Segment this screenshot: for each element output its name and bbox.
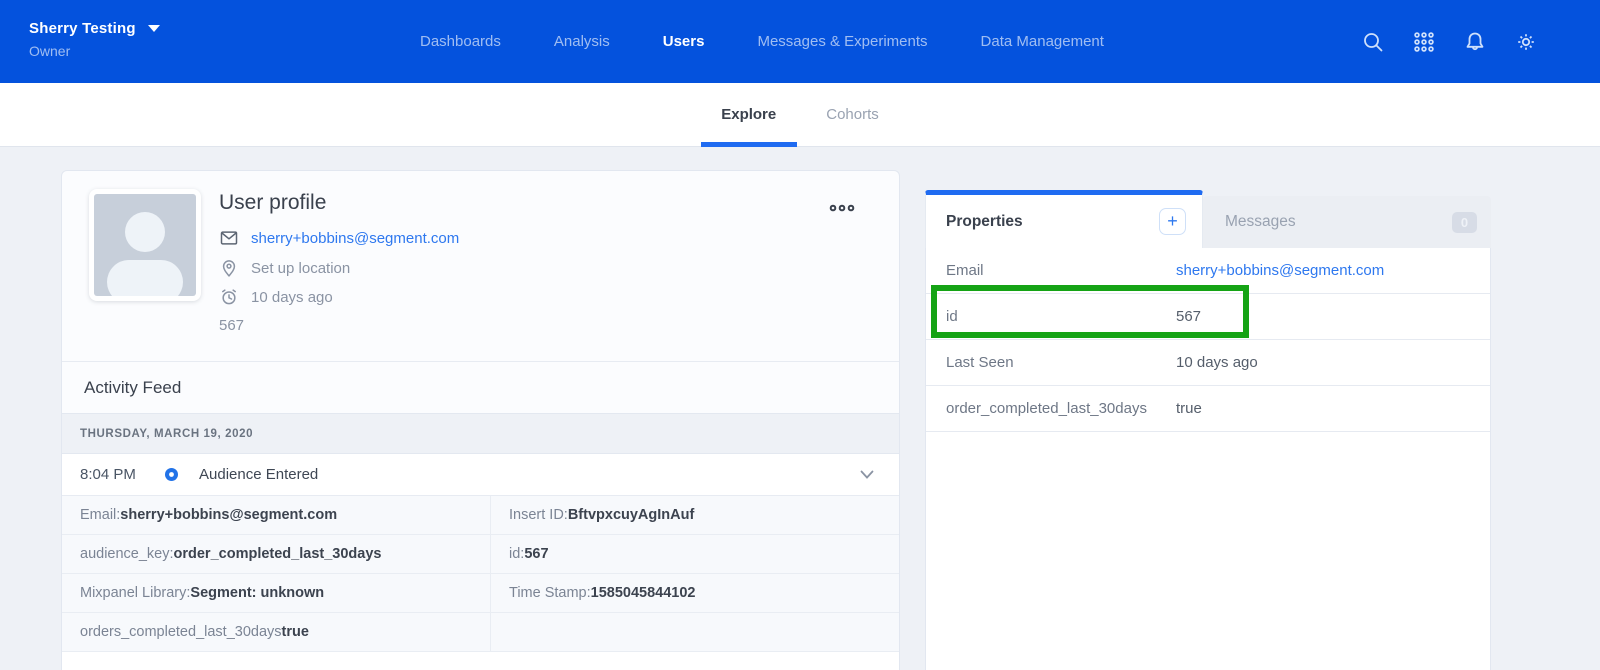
user-profile-card: User profile sherry+bobbins@segment.com … bbox=[61, 170, 900, 670]
properties-panel: Properties + Messages 0 Email sherry+bob… bbox=[925, 173, 1491, 670]
profile-email-row: sherry+bobbins@segment.com bbox=[219, 228, 459, 248]
property-key: order_completed_last_30days bbox=[946, 400, 1176, 417]
main-nav: Dashboards Analysis Users Messages & Exp… bbox=[420, 0, 1104, 83]
detail-cell-mixpanel-library: Mixpanel Library: Segment: unknown bbox=[62, 574, 491, 613]
detail-cell-email: Email: sherry+bobbins@segment.com bbox=[62, 496, 491, 535]
property-key: Last Seen bbox=[946, 354, 1176, 371]
property-value: 567 bbox=[1176, 308, 1201, 325]
properties-panel-tabs: Properties + Messages 0 bbox=[925, 173, 1491, 248]
alarm-clock-icon bbox=[219, 287, 239, 307]
tab-explore[interactable]: Explore bbox=[719, 83, 778, 147]
project-switcher[interactable]: Sherry Testing Owner bbox=[29, 20, 160, 59]
property-value: true bbox=[1176, 400, 1202, 417]
profile-last-seen-label: 10 days ago bbox=[251, 289, 333, 306]
detail-cell-audience-key: audience_key: order_completed_last_30day… bbox=[62, 535, 491, 574]
envelope-icon bbox=[219, 228, 239, 248]
nav-icon-group bbox=[1361, 0, 1538, 83]
property-value-email-link[interactable]: sherry+bobbins@segment.com bbox=[1176, 262, 1384, 279]
nav-item-analysis[interactable]: Analysis bbox=[554, 33, 610, 50]
location-pin-icon bbox=[219, 258, 239, 278]
nav-item-messages-experiments[interactable]: Messages & Experiments bbox=[757, 33, 927, 50]
activity-feed-title: Activity Feed bbox=[84, 378, 181, 398]
top-navigation-bar: Sherry Testing Owner Dashboards Analysis… bbox=[0, 0, 1600, 83]
property-key: Email bbox=[946, 262, 1176, 279]
property-row-last-seen: Last Seen 10 days ago bbox=[926, 340, 1490, 386]
profile-title: User profile bbox=[219, 191, 326, 215]
nav-item-users[interactable]: Users bbox=[663, 33, 705, 50]
profile-location-label: Set up location bbox=[251, 260, 350, 277]
profile-id: 567 bbox=[219, 317, 244, 334]
profile-email-link[interactable]: sherry+bobbins@segment.com bbox=[251, 230, 459, 247]
profile-summary: User profile sherry+bobbins@segment.com … bbox=[62, 171, 899, 361]
detail-cell-empty bbox=[491, 613, 900, 652]
tab-properties[interactable]: Properties + bbox=[925, 190, 1203, 248]
project-role-label: Owner bbox=[29, 43, 160, 59]
tab-properties-label: Properties bbox=[946, 213, 1023, 231]
detail-cell-timestamp: Time Stamp: 1585045844102 bbox=[491, 574, 900, 613]
activity-feed-header: Activity Feed bbox=[62, 361, 899, 413]
avatar-body-shape bbox=[107, 260, 183, 296]
caret-down-icon bbox=[148, 25, 160, 32]
settings-gear-icon[interactable] bbox=[1514, 30, 1538, 54]
property-value: 10 days ago bbox=[1176, 354, 1258, 371]
avatar-head-shape bbox=[125, 212, 165, 252]
nav-item-dashboards[interactable]: Dashboards bbox=[420, 33, 501, 50]
nav-item-data-management[interactable]: Data Management bbox=[981, 33, 1104, 50]
tab-messages[interactable]: Messages 0 bbox=[1203, 196, 1491, 248]
activity-date-label: THURSDAY, MARCH 19, 2020 bbox=[80, 428, 253, 440]
detail-cell-orders-completed: orders_completed_last_30daystrue bbox=[62, 613, 491, 652]
notifications-bell-icon[interactable] bbox=[1463, 30, 1487, 54]
properties-list: Email sherry+bobbins@segment.com id 567 … bbox=[925, 248, 1491, 670]
property-row-email: Email sherry+bobbins@segment.com bbox=[926, 248, 1490, 294]
event-type-icon bbox=[164, 467, 179, 482]
avatar bbox=[89, 189, 201, 301]
tab-explore-label: Explore bbox=[721, 106, 776, 123]
activity-feed-date-band: THURSDAY, MARCH 19, 2020 bbox=[62, 413, 899, 454]
profile-location-row[interactable]: Set up location bbox=[219, 258, 350, 278]
profile-last-seen-row: 10 days ago bbox=[219, 287, 333, 307]
event-time: 8:04 PM bbox=[80, 466, 164, 483]
activity-event-row[interactable]: 8:04 PM Audience Entered bbox=[62, 454, 899, 496]
app-window: Sherry Testing Owner Dashboards Analysis… bbox=[0, 0, 1600, 670]
users-section-tabs: Explore Cohorts bbox=[0, 83, 1600, 147]
event-details-table: Email: sherry+bobbins@segment.com Insert… bbox=[62, 496, 899, 652]
chevron-down-icon[interactable] bbox=[860, 470, 874, 480]
search-icon[interactable] bbox=[1361, 30, 1385, 54]
tab-cohorts[interactable]: Cohorts bbox=[824, 83, 881, 147]
property-row-order-completed: order_completed_last_30days true bbox=[926, 386, 1490, 432]
event-name: Audience Entered bbox=[199, 466, 318, 483]
detail-cell-id: id: 567 bbox=[491, 535, 900, 574]
apps-grid-icon[interactable] bbox=[1412, 30, 1436, 54]
property-row-id: id 567 bbox=[926, 294, 1490, 340]
more-options-icon[interactable] bbox=[829, 201, 855, 215]
detail-cell-insert-id: Insert ID: BftvpxcuyAgInAuf bbox=[491, 496, 900, 535]
property-key: id bbox=[946, 308, 1176, 325]
tab-cohorts-label: Cohorts bbox=[826, 106, 879, 123]
messages-count-badge: 0 bbox=[1452, 212, 1477, 233]
tab-messages-label: Messages bbox=[1225, 213, 1296, 231]
activity-feed-footer bbox=[62, 652, 899, 670]
project-name[interactable]: Sherry Testing bbox=[29, 20, 136, 37]
add-property-button[interactable]: + bbox=[1159, 208, 1186, 235]
